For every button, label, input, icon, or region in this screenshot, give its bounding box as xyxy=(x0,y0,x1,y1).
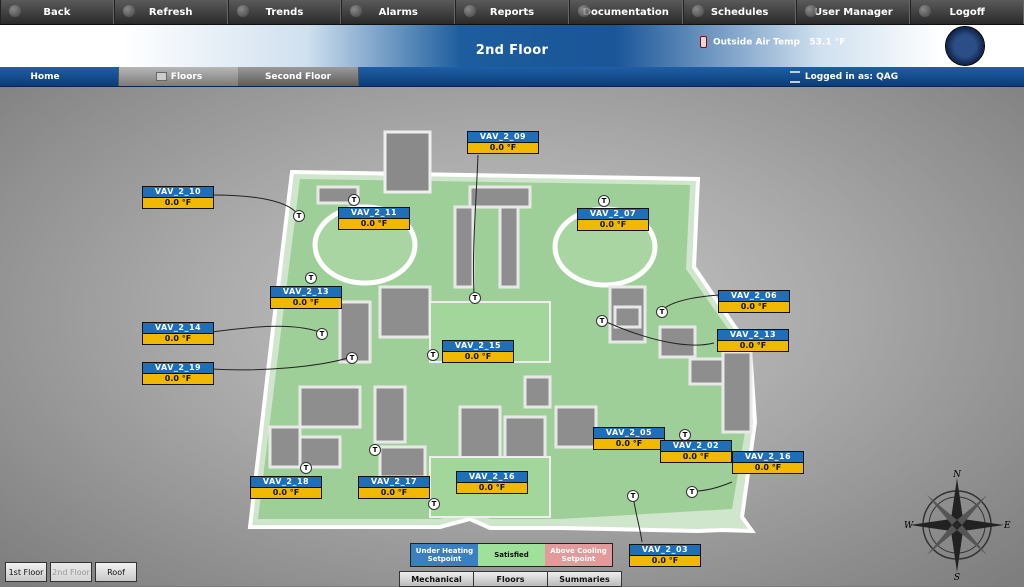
compass-e: E xyxy=(1003,521,1011,531)
legend-heating: Under Heating Setpoint xyxy=(411,544,478,566)
refresh-button[interactable]: Refresh xyxy=(113,0,228,24)
roof-button[interactable]: Roof xyxy=(95,562,137,582)
thermostat-icon[interactable]: T xyxy=(369,444,381,456)
schedules-icon xyxy=(691,5,704,17)
vav-label-2-15[interactable]: VAV_2_15 0.0 °F xyxy=(442,340,514,363)
vav-label-2-09[interactable]: VAV_2_09 0.0 °F xyxy=(467,131,539,154)
back-icon xyxy=(9,5,21,17)
thermostat-icon[interactable]: T xyxy=(469,292,481,304)
thermostat-icon[interactable]: T xyxy=(598,195,610,207)
breadcrumb: Home Floors Second Floor Logged in as: Q… xyxy=(0,67,1024,87)
vav-label-2-06[interactable]: VAV_2_06 0.0 °F xyxy=(718,290,790,313)
thermostat-icon[interactable]: T xyxy=(596,315,608,327)
trends-icon xyxy=(236,5,249,17)
summaries-tab[interactable]: Summaries xyxy=(547,571,622,587)
stair-tower xyxy=(383,130,432,194)
reports-button[interactable]: Reports xyxy=(455,0,569,24)
floors-tab[interactable]: Floors xyxy=(473,571,548,587)
legend-cooling: Above Cooling Setpoint xyxy=(545,544,612,566)
compass-icon: N S W E xyxy=(904,470,1011,580)
page-title: 2nd Floor xyxy=(475,43,549,58)
thermostat-icon[interactable]: T xyxy=(300,462,312,474)
refresh-icon xyxy=(122,5,135,17)
mechanical-tab[interactable]: Mechanical xyxy=(399,571,474,587)
floor-plan-area: T T T T T T T T T T T T T T T T VAV_2_09… xyxy=(0,87,1024,586)
thermostat-icon[interactable]: T xyxy=(428,498,440,510)
vav-label-2-19[interactable]: VAV_2_19 0.0 °F xyxy=(142,362,214,385)
floors-link[interactable]: Floors xyxy=(118,67,240,86)
logged-in-user: Logged in as: QAG xyxy=(764,67,924,86)
thermostat-icon[interactable]: T xyxy=(686,486,698,498)
status-legend: Under Heating Setpoint Satisfied Above C… xyxy=(410,543,613,567)
alarms-button[interactable]: Alarms xyxy=(341,0,456,24)
alarms-icon xyxy=(350,5,363,17)
compass-s: S xyxy=(954,573,960,580)
legend-satisfied: Satisfied xyxy=(478,544,545,566)
vav-label-2-16-east[interactable]: VAV_2_16 0.0 °F xyxy=(732,451,804,474)
thermostat-icon[interactable]: T xyxy=(316,328,328,340)
second-floor-link[interactable]: Second Floor xyxy=(238,67,359,86)
thermostat-icon[interactable]: T xyxy=(305,272,317,284)
thermostat-icon[interactable]: T xyxy=(627,490,639,502)
thermometer-icon xyxy=(700,36,707,48)
top-nav: Back Refresh Trends Alarms Reports Docum… xyxy=(0,0,1024,25)
vav-label-2-13[interactable]: VAV_2_13 0.0 °F xyxy=(270,286,342,309)
vav-label-2-02[interactable]: VAV_2_02 0.0 °F xyxy=(660,440,732,463)
reports-icon xyxy=(464,5,477,17)
documentation-button[interactable]: Documentation xyxy=(568,0,683,24)
documentation-icon xyxy=(577,5,590,17)
thermostat-icon[interactable]: T xyxy=(348,194,360,206)
thermostat-icon[interactable]: T xyxy=(346,352,358,364)
outside-air-temp: Outside Air Temp 53.1 °F xyxy=(700,36,845,48)
vav-label-2-07[interactable]: VAV_2_07 0.0 °F xyxy=(577,208,649,231)
vav-label-2-13-east[interactable]: VAV_2_13 0.0 °F xyxy=(717,329,789,352)
thermostat-icon[interactable]: T xyxy=(427,349,439,361)
logoff-icon xyxy=(919,5,932,17)
first-floor-button[interactable]: 1st Floor xyxy=(5,562,47,582)
user-manager-button[interactable]: User Manager xyxy=(796,0,911,24)
home-link[interactable]: Home xyxy=(0,67,90,86)
schedules-button[interactable]: Schedules xyxy=(682,0,797,24)
vav-label-2-10[interactable]: VAV_2_10 0.0 °F xyxy=(142,186,214,209)
vav-label-2-17[interactable]: VAV_2_17 0.0 °F xyxy=(358,476,430,499)
logoff-button[interactable]: Logoff xyxy=(910,0,1024,24)
vav-label-2-11[interactable]: VAV_2_11 0.0 °F xyxy=(338,207,410,230)
second-floor-button[interactable]: 2nd Floor xyxy=(50,562,92,582)
thermostat-icon[interactable]: T xyxy=(293,210,305,222)
vav-label-2-03[interactable]: VAV_2_03 0.0 °F xyxy=(629,544,701,567)
compass-n: N xyxy=(952,470,962,480)
floors-icon xyxy=(155,72,167,81)
user-list-icon xyxy=(789,70,800,83)
compass-w: W xyxy=(904,521,914,531)
trends-button[interactable]: Trends xyxy=(227,0,342,24)
seal-logo xyxy=(945,26,985,66)
back-button[interactable]: Back xyxy=(0,0,114,24)
thermostat-icon[interactable]: T xyxy=(656,306,668,318)
vav-label-2-14[interactable]: VAV_2_14 0.0 °F xyxy=(142,322,214,345)
vav-label-2-16[interactable]: VAV_2_16 0.0 °F xyxy=(456,471,528,494)
vav-label-2-05[interactable]: VAV_2_05 0.0 °F xyxy=(593,427,665,450)
vav-label-2-18[interactable]: VAV_2_18 0.0 °F xyxy=(250,476,322,499)
